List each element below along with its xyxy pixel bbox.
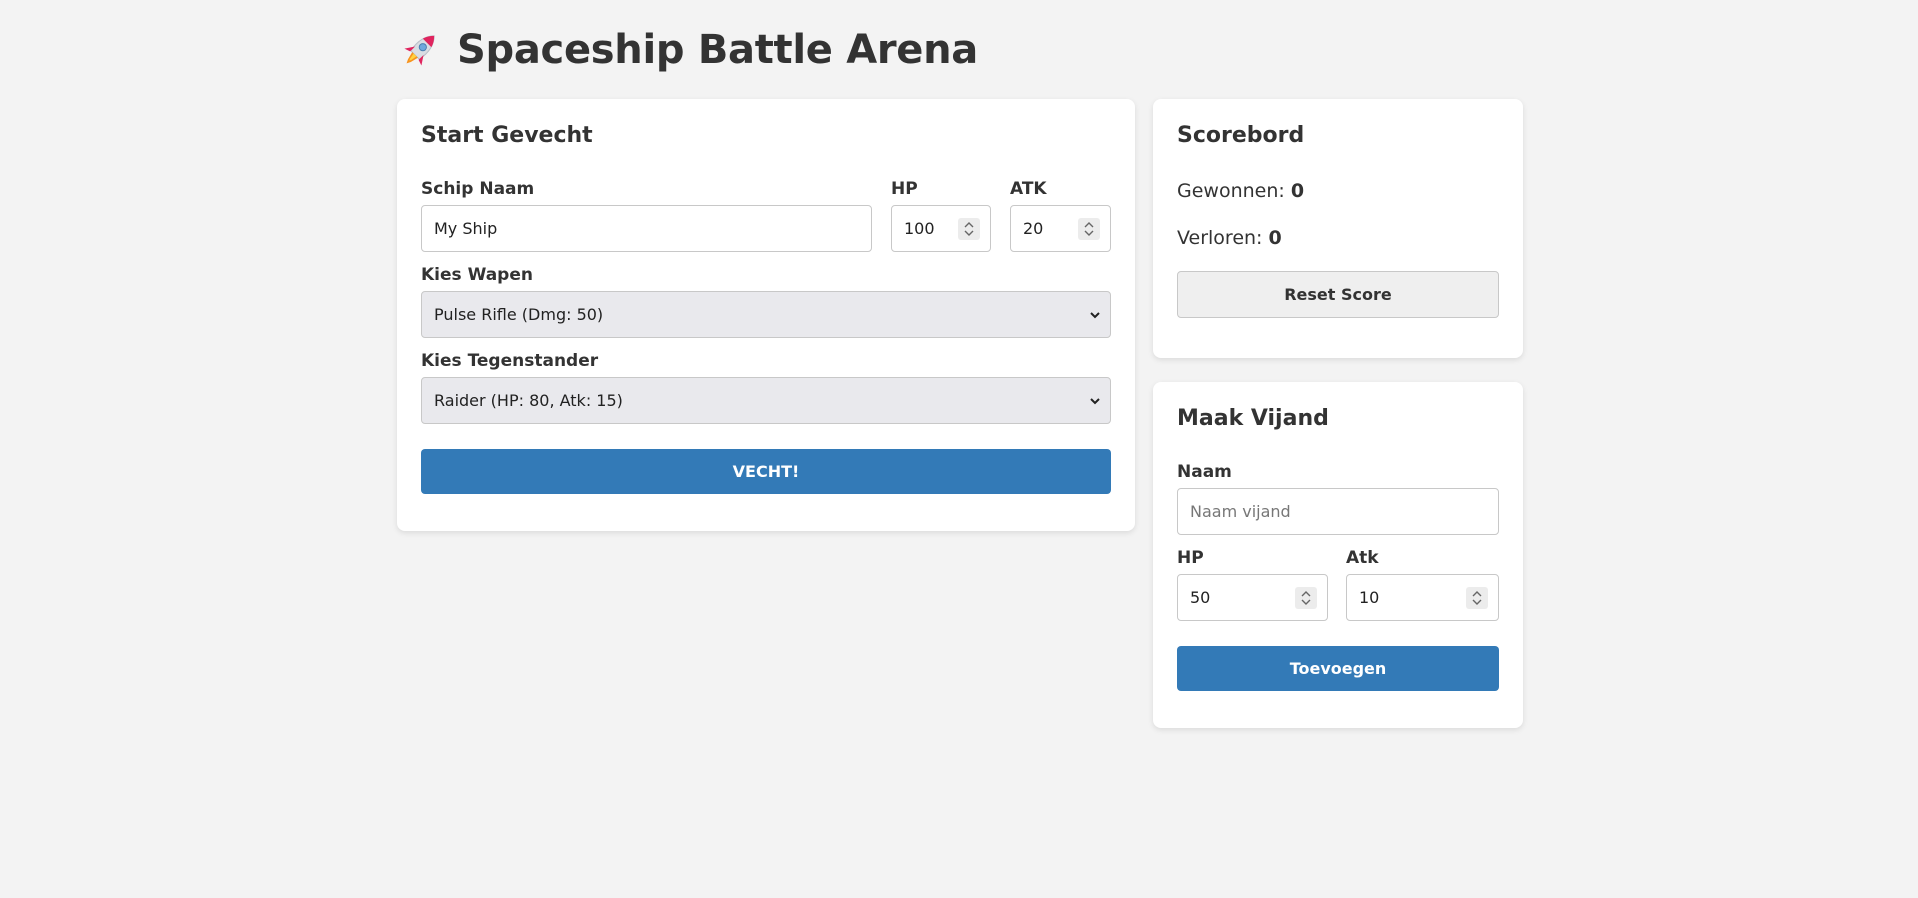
hp-value: 100 [904, 219, 935, 238]
enemy-name-input[interactable]: Naam vijand [1177, 488, 1499, 535]
page-header: Spaceship Battle Arena [397, 22, 978, 78]
enemy-hp-input[interactable]: 50 [1177, 574, 1328, 621]
atk-value: 20 [1023, 219, 1044, 238]
weapon-selected: Pulse Rifle (Dmg: 50) [434, 305, 604, 324]
hp-spinner-icon[interactable] [958, 218, 980, 240]
enemy-hp-value: 50 [1190, 588, 1211, 607]
chevron-down-icon [1088, 393, 1102, 412]
lost-score: Verloren: 0 [1177, 227, 1282, 249]
atk-input[interactable]: 20 [1010, 205, 1111, 252]
rocket-icon [397, 27, 443, 73]
atk-label: ATK [1010, 179, 1047, 199]
won-value: 0 [1290, 180, 1305, 202]
atk-spinner-icon[interactable] [1078, 218, 1100, 240]
create-enemy-card: Maak Vijand Naam Naam vijand HP 50 Atk 1… [1153, 382, 1523, 728]
enemy-name-label: Naam [1177, 462, 1232, 482]
enemy-atk-input[interactable]: 10 [1346, 574, 1499, 621]
scoreboard-heading: Scorebord [1177, 123, 1305, 148]
enemy-atk-value: 10 [1359, 588, 1380, 607]
reset-score-button[interactable]: Reset Score [1177, 271, 1499, 318]
lost-value: 0 [1268, 227, 1282, 249]
hp-input[interactable]: 100 [891, 205, 991, 252]
enemy-atk-spinner-icon[interactable] [1466, 587, 1488, 609]
page-title: Spaceship Battle Arena [457, 27, 978, 73]
create-enemy-heading: Maak Vijand [1177, 406, 1329, 431]
battle-card: Start Gevecht Schip Naam My Ship HP 100 … [397, 99, 1135, 531]
add-enemy-button[interactable]: Toevoegen [1177, 646, 1499, 691]
lost-label: Verloren: [1177, 227, 1263, 249]
ship-name-input[interactable]: My Ship [421, 205, 872, 252]
won-label: Gewonnen: [1177, 180, 1285, 202]
weapon-label: Kies Wapen [421, 265, 533, 285]
enemy-hp-spinner-icon[interactable] [1295, 587, 1317, 609]
enemy-hp-label: HP [1177, 548, 1204, 568]
battle-heading: Start Gevecht [421, 123, 593, 148]
opponent-selected: Raider (HP: 80, Atk: 15) [434, 391, 623, 410]
opponent-select[interactable]: Raider (HP: 80, Atk: 15) [421, 377, 1111, 424]
scoreboard-card: Scorebord Gewonnen: 0 Verloren: 0 Reset … [1153, 99, 1523, 358]
ship-name-label: Schip Naam [421, 179, 535, 199]
won-score: Gewonnen: 0 [1177, 180, 1304, 202]
hp-label: HP [891, 179, 918, 199]
weapon-select[interactable]: Pulse Rifle (Dmg: 50) [421, 291, 1111, 338]
opponent-label: Kies Tegenstander [421, 351, 599, 371]
enemy-atk-label: Atk [1346, 548, 1379, 568]
fight-button[interactable]: VECHT! [421, 449, 1111, 494]
chevron-down-icon [1088, 307, 1102, 326]
